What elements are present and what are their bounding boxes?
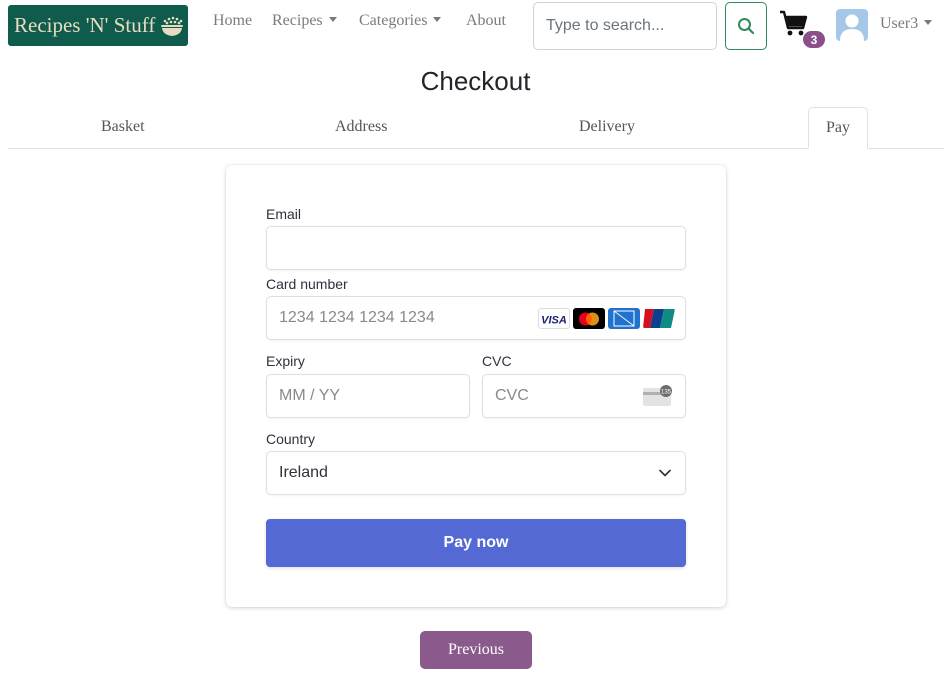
cart-count-badge: 3 (803, 31, 825, 48)
nav-recipes-label: Recipes (272, 12, 323, 29)
tabs-divider (8, 148, 944, 149)
cvc-label: CVC (482, 353, 512, 369)
svg-text:135: 135 (661, 389, 672, 395)
tab-pay[interactable]: Pay (808, 107, 868, 149)
previous-button[interactable]: Previous (420, 631, 532, 669)
cart-button[interactable]: 3 (779, 10, 827, 50)
nav-categories-label: Categories (359, 12, 428, 29)
nav-home[interactable]: Home (213, 12, 252, 30)
expiry-field[interactable] (266, 374, 470, 418)
card-number-label: Card number (266, 276, 348, 292)
nav-about[interactable]: About (466, 12, 506, 30)
tab-basket[interactable]: Basket (101, 118, 145, 136)
brand-logo[interactable]: Recipes 'N' Stuff (8, 5, 188, 46)
page-title: Checkout (420, 66, 531, 96)
card-brand-logos: VISA (538, 308, 675, 329)
cvc-card-icon: 135 (643, 385, 672, 406)
email-label: Email (266, 206, 302, 222)
chevron-down-icon (659, 469, 671, 477)
nav-recipes-dropdown[interactable]: Recipes (272, 12, 337, 30)
nav-categories-dropdown[interactable]: Categories (359, 12, 442, 30)
visa-logo: VISA (538, 308, 570, 329)
user-menu-dropdown[interactable]: User3 (880, 15, 933, 33)
country-select[interactable]: Ireland (266, 451, 686, 495)
email-field[interactable] (266, 226, 686, 270)
user-icon (840, 14, 864, 41)
rice-bowl-icon (161, 16, 184, 36)
mastercard-logo (573, 308, 605, 329)
search-input[interactable] (533, 2, 717, 50)
expiry-label: Expiry (266, 353, 305, 369)
amex-logo (608, 308, 640, 329)
user-avatar[interactable] (836, 9, 868, 41)
search-button[interactable] (725, 2, 767, 50)
search-icon (738, 18, 755, 35)
caret-down-icon (433, 16, 442, 22)
country-value: Ireland (279, 464, 328, 481)
tab-address[interactable]: Address (335, 118, 387, 136)
user-name: User3 (880, 15, 919, 32)
caret-down-icon (328, 16, 337, 22)
country-label: Country (266, 431, 316, 447)
caret-down-icon (924, 19, 933, 25)
unionpay-logo (643, 308, 675, 329)
brand-name: Recipes 'N' Stuff (14, 13, 156, 37)
tab-delivery[interactable]: Delivery (579, 118, 635, 136)
pay-now-button[interactable]: Pay now (266, 519, 686, 567)
svg-text:VISA: VISA (541, 314, 567, 325)
